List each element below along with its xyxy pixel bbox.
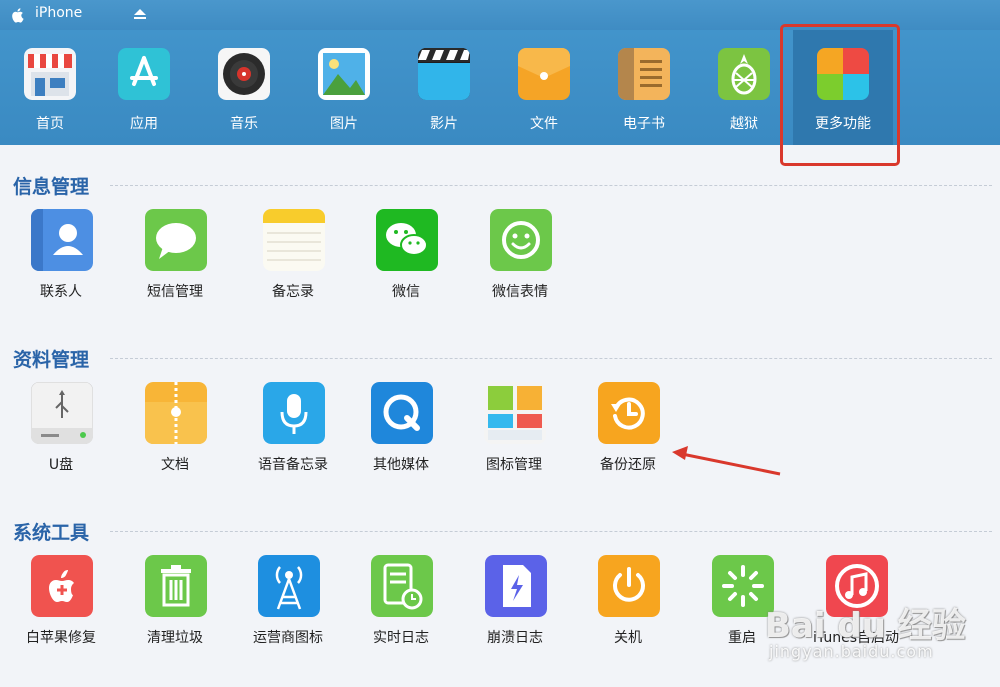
- tab-movies[interactable]: 影片: [394, 30, 494, 145]
- usb-drive-icon: [31, 382, 93, 444]
- tab-label: 音乐: [230, 116, 258, 132]
- item-label: 微信表情: [492, 284, 548, 300]
- shop-icon: [24, 48, 76, 100]
- watermark-site: jingyan.baidu.com: [769, 642, 934, 661]
- item-icon-manager[interactable]: 图标管理: [457, 382, 571, 482]
- log-clock-icon: [371, 555, 433, 617]
- folder-icon: [518, 48, 570, 100]
- book-icon: [618, 48, 670, 100]
- vinyl-record-icon: [218, 48, 270, 100]
- item-clean-junk[interactable]: 清理垃圾: [118, 555, 232, 655]
- section-title-system: 系统工具: [13, 522, 90, 544]
- item-label: 其他媒体: [373, 457, 429, 473]
- item-label: 白苹果修复: [26, 630, 96, 646]
- backup-restore-icon: [598, 382, 660, 444]
- apple-icon: [12, 8, 24, 23]
- item-label: 图标管理: [486, 457, 542, 473]
- item-crash-log[interactable]: 崩溃日志: [458, 555, 572, 655]
- signal-tower-icon: [258, 555, 320, 617]
- item-realtime-log[interactable]: 实时日志: [344, 555, 458, 655]
- item-label: 实时日志: [373, 630, 429, 646]
- picture-icon: [318, 48, 370, 100]
- tab-music[interactable]: 音乐: [194, 30, 294, 145]
- item-label: 文档: [161, 457, 189, 473]
- tab-label: 影片: [430, 116, 458, 132]
- watermark-brand: Bai du 经验: [765, 606, 966, 646]
- document-folder-icon: [145, 382, 207, 444]
- item-usb-drive[interactable]: U盘: [4, 382, 118, 482]
- item-label: U盘: [48, 457, 74, 473]
- item-wechat-stickers[interactable]: 微信表情: [463, 209, 577, 309]
- icon-tiles-icon: [484, 382, 546, 444]
- pointer-arrow-annotation: [672, 446, 781, 476]
- item-shutdown[interactable]: 关机: [571, 555, 685, 655]
- item-documents[interactable]: 文档: [118, 382, 232, 482]
- item-label: 运营商图标: [253, 630, 323, 646]
- tab-label: 应用: [130, 116, 158, 132]
- quicktime-icon: [371, 382, 433, 444]
- device-name: iPhone: [35, 5, 83, 21]
- item-label: 微信: [392, 284, 420, 300]
- eject-icon[interactable]: [132, 6, 148, 22]
- smiley-icon: [490, 209, 552, 271]
- item-label: 崩溃日志: [487, 630, 543, 646]
- apple-repair-icon: [31, 555, 93, 617]
- item-other-media[interactable]: 其他媒体: [344, 382, 458, 482]
- power-icon: [598, 555, 660, 617]
- tab-label: 图片: [330, 116, 358, 132]
- tab-label: 越狱: [730, 116, 758, 132]
- section-divider: [110, 531, 992, 532]
- section-divider: [110, 185, 992, 186]
- item-label: 备忘录: [272, 284, 314, 300]
- section-title-info: 信息管理: [13, 176, 90, 198]
- pineapple-icon: [718, 48, 770, 100]
- microphone-icon: [263, 382, 325, 444]
- item-messages[interactable]: 短信管理: [118, 209, 232, 309]
- notes-icon: [263, 209, 325, 271]
- section-divider: [110, 358, 992, 359]
- tab-label: 文件: [530, 116, 558, 132]
- contacts-icon: [31, 209, 93, 271]
- tab-files[interactable]: 文件: [494, 30, 594, 145]
- item-label: 短信管理: [147, 284, 203, 300]
- item-contacts[interactable]: 联系人: [4, 209, 118, 309]
- item-label: 关机: [614, 630, 642, 646]
- item-wechat[interactable]: 微信: [349, 209, 463, 309]
- item-white-apple-repair[interactable]: 白苹果修复: [4, 555, 118, 655]
- section-title-data: 资料管理: [13, 349, 90, 371]
- item-voice-memos[interactable]: 语音备忘录: [236, 382, 350, 482]
- app-store-icon: [118, 48, 170, 100]
- trash-icon: [145, 555, 207, 617]
- tab-jailbreak[interactable]: 越狱: [694, 30, 794, 145]
- item-label: 语音备忘录: [258, 457, 328, 473]
- item-label: 联系人: [40, 284, 82, 300]
- clapperboard-icon: [418, 48, 470, 100]
- item-notes[interactable]: 备忘录: [236, 209, 350, 309]
- item-label: 清理垃圾: [147, 630, 203, 646]
- tab-label: 电子书: [623, 116, 665, 132]
- tab-apps[interactable]: 应用: [94, 30, 194, 145]
- wechat-icon: [376, 209, 438, 271]
- tab-label: 首页: [36, 116, 64, 132]
- tab-home[interactable]: 首页: [0, 30, 100, 145]
- messages-icon: [145, 209, 207, 271]
- highlight-annotation-box: [780, 24, 900, 166]
- tab-pictures[interactable]: 图片: [294, 30, 394, 145]
- crash-log-icon: [485, 555, 547, 617]
- tab-ebooks[interactable]: 电子书: [594, 30, 694, 145]
- item-carrier-icon[interactable]: 运营商图标: [231, 555, 345, 655]
